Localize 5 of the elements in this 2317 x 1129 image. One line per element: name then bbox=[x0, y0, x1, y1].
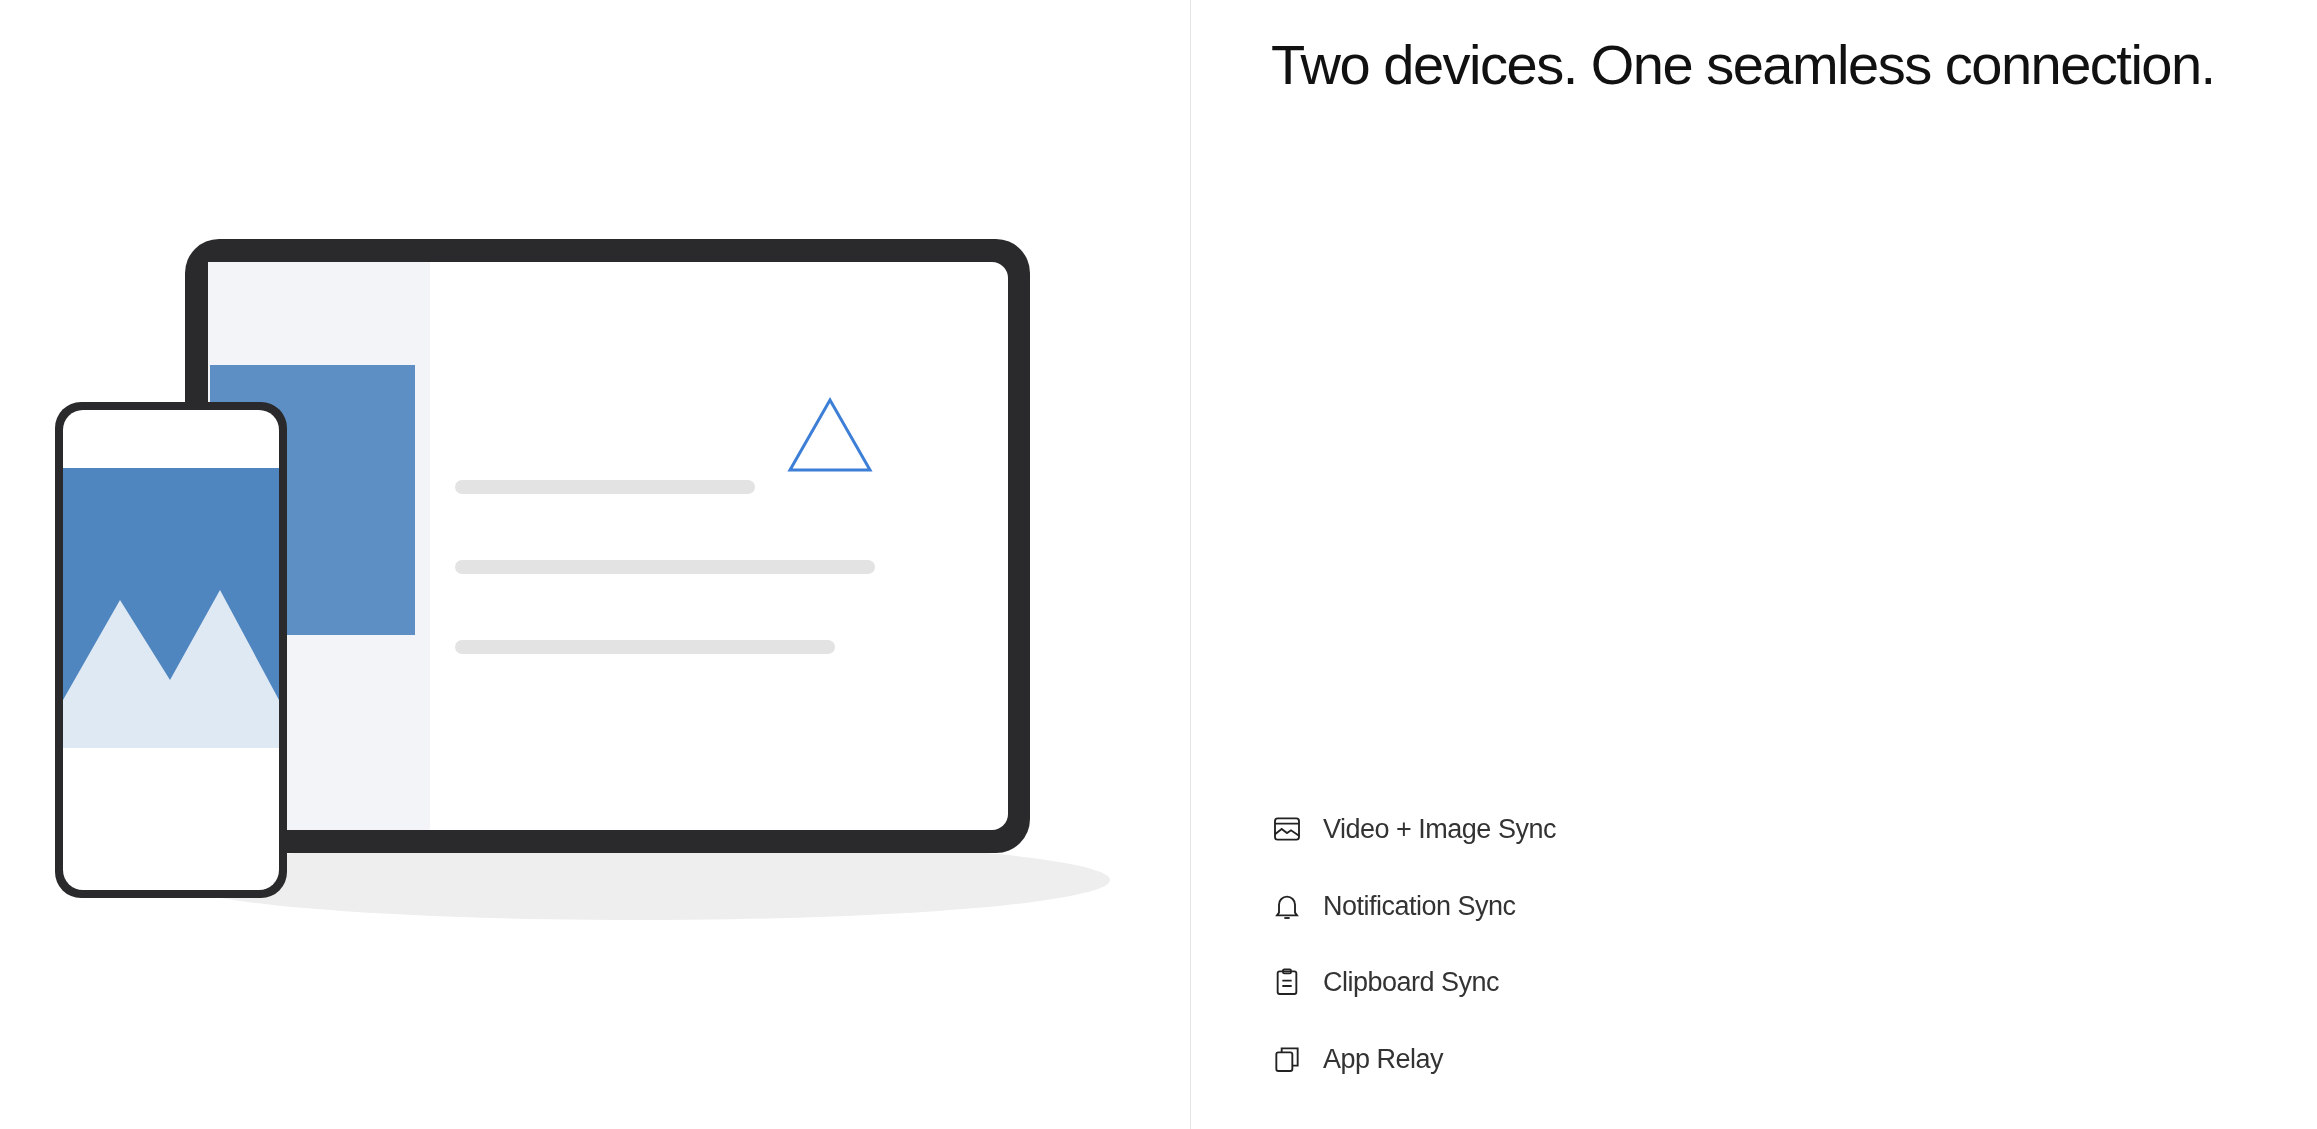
heading: Two devices. One seamless connection. bbox=[1271, 32, 2216, 98]
feature-label: Clipboard Sync bbox=[1323, 966, 1500, 999]
feature-label: Video + Image Sync bbox=[1323, 813, 1556, 846]
feature-label: Notification Sync bbox=[1323, 889, 1516, 923]
feature-label: App Relay bbox=[1323, 1042, 1444, 1076]
